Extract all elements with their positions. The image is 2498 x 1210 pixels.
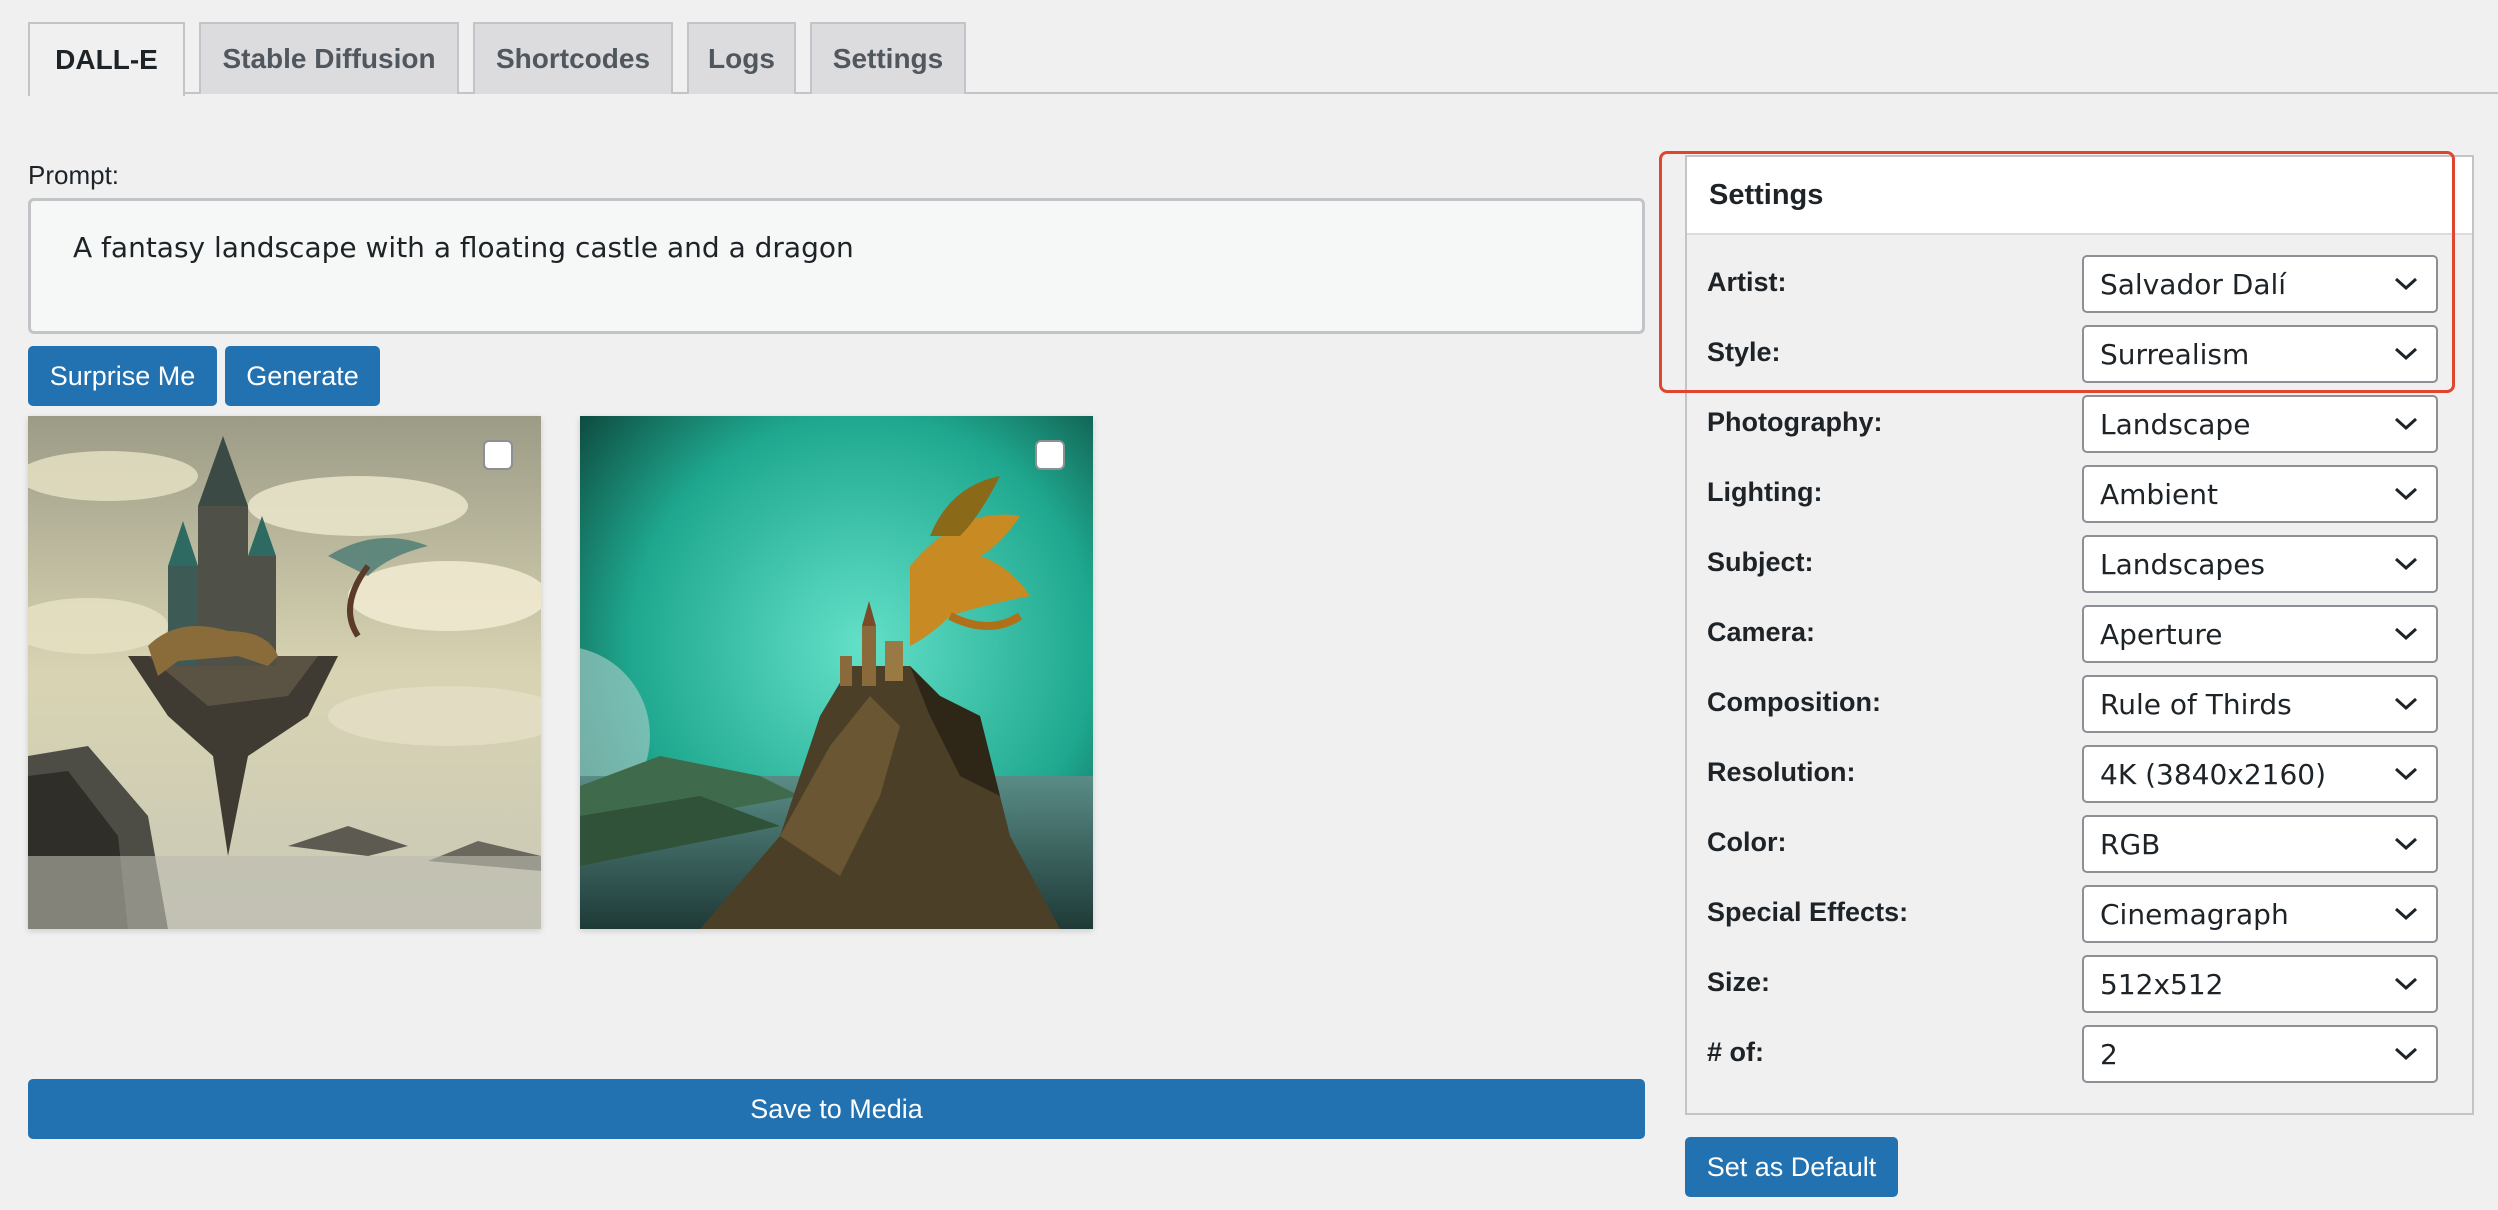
photography-value: Landscape [2100, 407, 2251, 441]
settings-panel-title: Settings [1687, 157, 2472, 235]
chevron-down-icon [2394, 837, 2418, 851]
dragon-cliff-image [580, 416, 1093, 929]
surprise-me-button[interactable]: Surprise Me [28, 346, 217, 406]
chevron-down-icon [2394, 977, 2418, 991]
save-to-media-button[interactable]: Save to Media [28, 1079, 1645, 1139]
set-as-default-button[interactable]: Set as Default [1685, 1137, 1898, 1197]
chevron-down-icon [2394, 697, 2418, 711]
artist-label: Artist: [1707, 267, 1787, 297]
lighting-value: Ambient [2100, 477, 2218, 511]
resolution-value: 4K (3840x2160) [2100, 757, 2327, 791]
count-select[interactable]: 2 [2082, 1025, 2438, 1083]
chevron-down-icon [2394, 627, 2418, 641]
composition-select[interactable]: Rule of Thirds [2082, 675, 2438, 733]
color-label: Color: [1707, 827, 1787, 857]
special-effects-select[interactable]: Cinemagraph [2082, 885, 2438, 943]
count-label: # of: [1707, 1037, 1764, 1067]
prompt-input[interactable]: A fantasy landscape with a floating cast… [28, 198, 1645, 334]
chevron-down-icon [2394, 277, 2418, 291]
subject-select[interactable]: Landscapes [2082, 535, 2438, 593]
select-image-2-checkbox[interactable] [1035, 440, 1065, 470]
resolution-select[interactable]: 4K (3840x2160) [2082, 745, 2438, 803]
artist-select[interactable]: Salvador Dalí [2082, 255, 2438, 313]
photography-select[interactable]: Landscape [2082, 395, 2438, 453]
camera-value: Aperture [2100, 617, 2223, 651]
style-value: Surrealism [2100, 337, 2250, 371]
tab-stable-diffusion[interactable]: Stable Diffusion [199, 22, 459, 94]
floating-castle-image [28, 416, 541, 929]
chevron-down-icon [2394, 557, 2418, 571]
generate-button[interactable]: Generate [225, 346, 380, 406]
subject-value: Landscapes [2100, 547, 2266, 581]
size-select[interactable]: 512x512 [2082, 955, 2438, 1013]
chevron-down-icon [2394, 487, 2418, 501]
subject-label: Subject: [1707, 547, 1814, 577]
tab-dall-e[interactable]: DALL-E [28, 22, 185, 96]
tab-logs[interactable]: Logs [687, 22, 796, 94]
size-label: Size: [1707, 967, 1771, 997]
select-image-1-checkbox[interactable] [483, 440, 513, 470]
size-value: 512x512 [2100, 967, 2224, 1001]
chevron-down-icon [2394, 347, 2418, 361]
composition-value: Rule of Thirds [2100, 687, 2292, 721]
camera-label: Camera: [1707, 617, 1816, 647]
generated-image-1[interactable] [28, 416, 541, 929]
color-value: RGB [2100, 827, 2161, 861]
special-effects-value: Cinemagraph [2100, 897, 2289, 931]
camera-select[interactable]: Aperture [2082, 605, 2438, 663]
lighting-label: Lighting: [1707, 477, 1823, 507]
resolution-label: Resolution: [1707, 757, 1856, 787]
chevron-down-icon [2394, 767, 2418, 781]
tab-bar: DALL-E Stable Diffusion Shortcodes Logs … [28, 22, 2498, 96]
style-label: Style: [1707, 337, 1781, 367]
artist-value: Salvador Dalí [2100, 267, 2287, 301]
composition-label: Composition: [1707, 687, 1881, 717]
count-value: 2 [2100, 1037, 2118, 1071]
special-effects-label: Special Effects: [1707, 897, 1909, 927]
generated-image-2[interactable] [580, 416, 1093, 929]
photography-label: Photography: [1707, 407, 1883, 437]
color-select[interactable]: RGB [2082, 815, 2438, 873]
tab-settings[interactable]: Settings [810, 22, 966, 94]
lighting-select[interactable]: Ambient [2082, 465, 2438, 523]
chevron-down-icon [2394, 907, 2418, 921]
chevron-down-icon [2394, 417, 2418, 431]
chevron-down-icon [2394, 1047, 2418, 1061]
tab-shortcodes[interactable]: Shortcodes [473, 22, 673, 94]
prompt-label: Prompt: [28, 160, 120, 190]
style-select[interactable]: Surrealism [2082, 325, 2438, 383]
